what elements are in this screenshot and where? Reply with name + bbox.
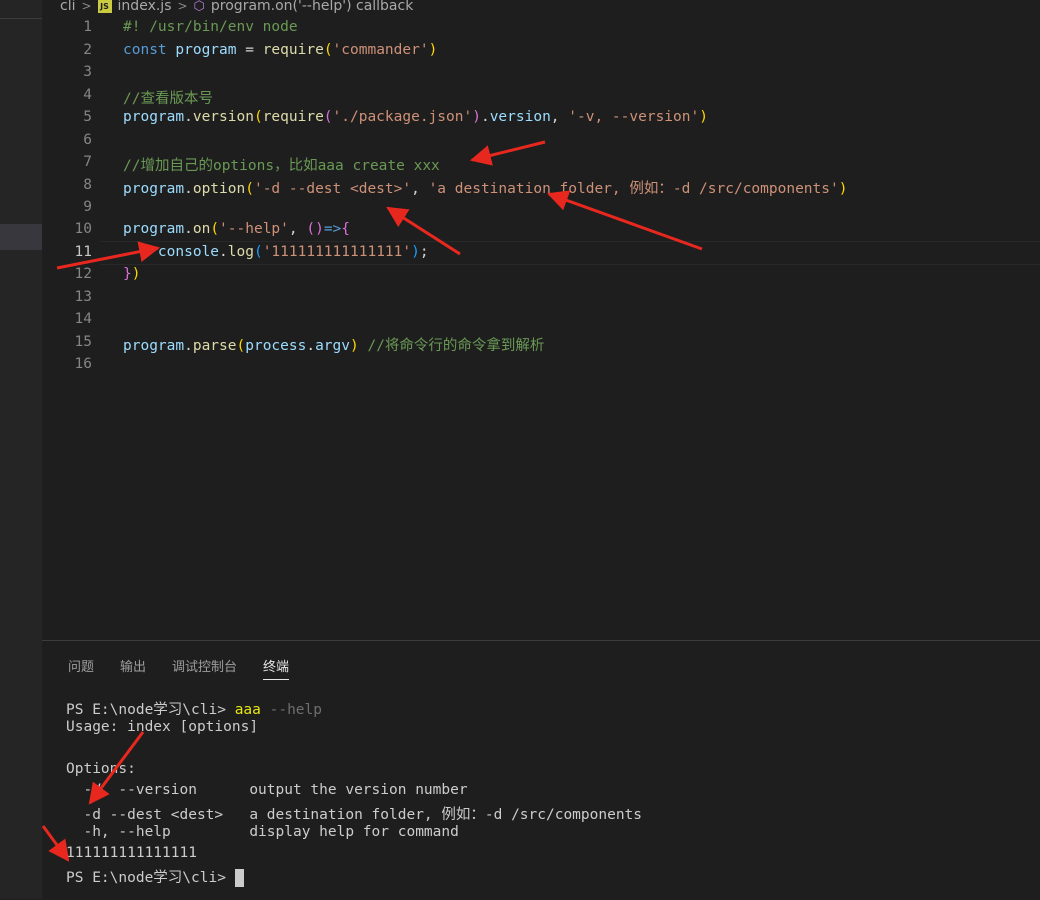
annotation-arrow	[469, 140, 546, 166]
annotation-arrow	[386, 206, 461, 256]
annotation-arrow	[88, 731, 145, 805]
annotation-arrows	[41, 140, 703, 862]
annotation-arrow	[41, 825, 70, 862]
annotation-arrow	[547, 190, 703, 251]
annotation-arrow	[56, 241, 161, 270]
